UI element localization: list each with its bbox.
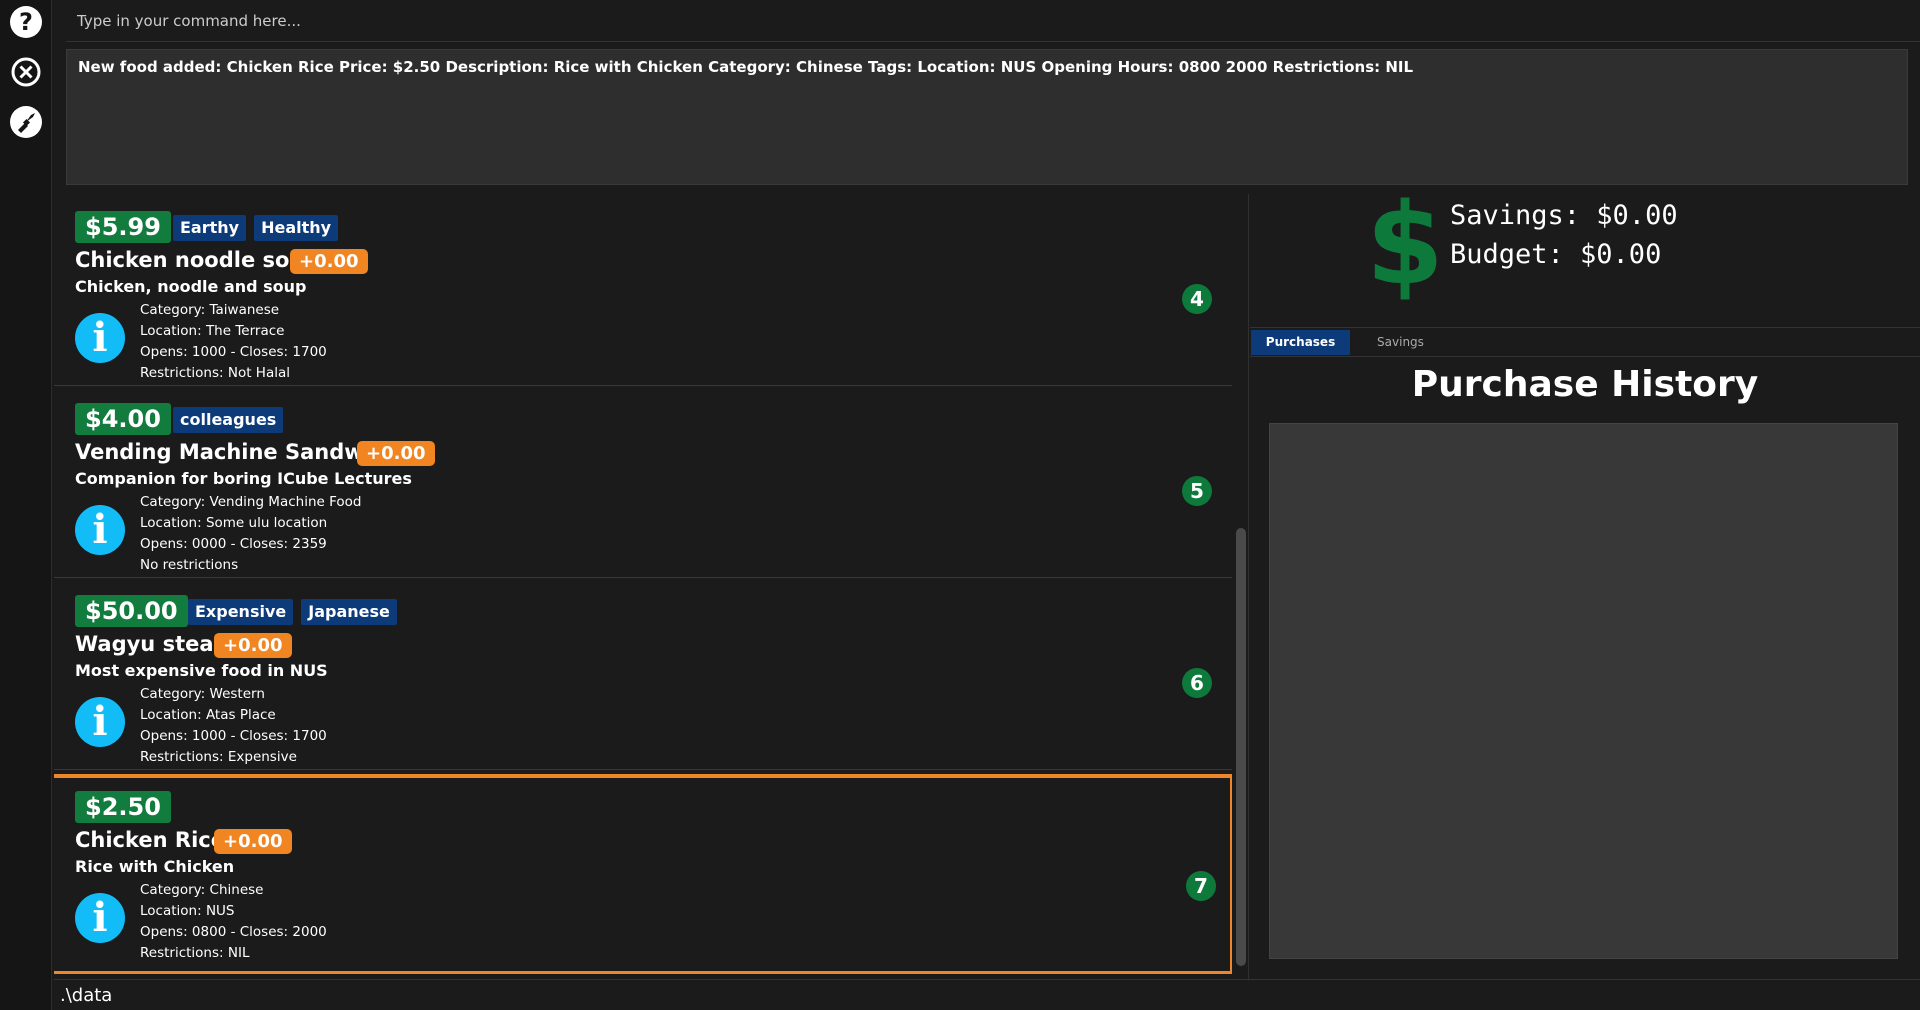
food-category: Category: Chinese (140, 882, 264, 898)
price-change-badge: +0.00 (214, 633, 292, 658)
food-location: Location: The Terrace (140, 323, 285, 339)
food-location: Location: Some ulu location (140, 515, 328, 531)
info-icon[interactable]: i (75, 893, 125, 943)
index-badge: 5 (1182, 476, 1212, 506)
result-text: New food added: Chicken Rice Price: $2.5… (78, 58, 1414, 76)
food-location: Location: Atas Place (140, 707, 276, 723)
dollar-icon: $ (1366, 180, 1444, 310)
savings-amount: Savings: $0.00 (1450, 200, 1678, 231)
food-card-selected[interactable]: $2.50 Chicken Rice +0.00 Rice with Chick… (54, 774, 1232, 974)
info-icon[interactable]: i (75, 313, 125, 363)
tab-purchases[interactable]: Purchases (1251, 330, 1350, 355)
food-category: Category: Taiwanese (140, 302, 280, 318)
food-restrictions: Restrictions: Not Halal (140, 365, 291, 381)
food-description: Companion for boring ICube Lectures (75, 469, 412, 488)
food-list[interactable]: $5.99 Earthy Healthy Chicken noodle soup… (54, 194, 1232, 974)
food-card[interactable]: $4.00 colleagues Vending Machine Sandwic… (54, 386, 1232, 578)
tag: colleagues (173, 407, 284, 433)
food-hours: Opens: 0800 - Closes: 2000 (140, 924, 327, 940)
tag-list: Expensive Japanese (188, 599, 397, 625)
food-description: Most expensive food in NUS (75, 661, 328, 680)
tab-bar: Purchases Savings (1250, 330, 1920, 357)
tag-list: colleagues (173, 407, 284, 433)
theme-icon[interactable] (10, 106, 42, 138)
food-details: Category: Vending Machine Food Location:… (140, 492, 361, 576)
budget-amount: Budget: $0.00 (1450, 239, 1662, 270)
purchase-history-list[interactable] (1269, 423, 1898, 959)
price-change-badge: +0.00 (357, 441, 435, 466)
command-box (66, 0, 1920, 42)
food-hours: Opens: 1000 - Closes: 1700 (140, 728, 327, 744)
food-name: Vending Machine Sandwich (75, 440, 399, 464)
price-change-badge: +0.00 (214, 829, 292, 854)
panel-divider[interactable] (1248, 194, 1249, 980)
price-badge: $4.00 (75, 403, 171, 435)
tag: Healthy (254, 215, 339, 241)
food-details: Category: Western Location: Atas Place O… (140, 684, 327, 768)
food-details: Category: Taiwanese Location: The Terrac… (140, 300, 327, 384)
data-path: .\data (60, 985, 113, 1006)
food-card[interactable]: $5.99 Earthy Healthy Chicken noodle soup… (54, 194, 1232, 386)
food-details: Category: Chinese Location: NUS Opens: 0… (140, 880, 327, 964)
command-input[interactable] (66, 0, 1920, 41)
status-bar: .\data (54, 979, 1920, 1010)
tag: Earthy (173, 215, 247, 241)
exit-icon[interactable] (10, 56, 42, 88)
food-card[interactable]: $50.00 Expensive Japanese Wagyu steak +0… (54, 578, 1232, 770)
sidebar: ? (0, 0, 52, 1010)
food-name: Wagyu steak (75, 632, 228, 656)
food-category: Category: Vending Machine Food (140, 494, 362, 510)
price-badge: $5.99 (75, 211, 171, 243)
food-description: Chicken, noodle and soup (75, 277, 307, 296)
food-category: Category: Western (140, 686, 265, 702)
result-display: New food added: Chicken Rice Price: $2.5… (66, 49, 1908, 185)
food-location: Location: NUS (140, 903, 235, 919)
index-badge: 4 (1182, 284, 1212, 314)
help-icon[interactable]: ? (10, 6, 42, 38)
food-restrictions: Restrictions: NIL (140, 945, 250, 961)
savings-panel: $ Savings: $0.00 Budget: $0.00 (1250, 189, 1920, 328)
food-restrictions: No restrictions (140, 557, 239, 573)
purchase-history-title: Purchase History (1411, 364, 1759, 405)
info-icon[interactable]: i (75, 697, 125, 747)
food-hours: Opens: 1000 - Closes: 1700 (140, 344, 327, 360)
food-description: Rice with Chicken (75, 857, 235, 876)
index-badge: 7 (1186, 871, 1216, 901)
tab-savings[interactable]: Savings (1350, 330, 1451, 355)
tag: Expensive (188, 599, 294, 625)
food-name: Chicken noodle soup (75, 248, 320, 272)
tag: Japanese (301, 599, 397, 625)
food-restrictions: Restrictions: Expensive (140, 749, 297, 765)
price-change-badge: +0.00 (290, 249, 368, 274)
price-badge: $2.50 (75, 791, 171, 823)
info-icon[interactable]: i (75, 505, 125, 555)
food-name: Chicken Rice (75, 828, 225, 852)
tag-list: Earthy Healthy (173, 215, 339, 241)
price-badge: $50.00 (75, 595, 188, 627)
food-list-scrollbar[interactable] (1236, 528, 1246, 966)
food-hours: Opens: 0000 - Closes: 2359 (140, 536, 327, 552)
index-badge: 6 (1182, 668, 1212, 698)
